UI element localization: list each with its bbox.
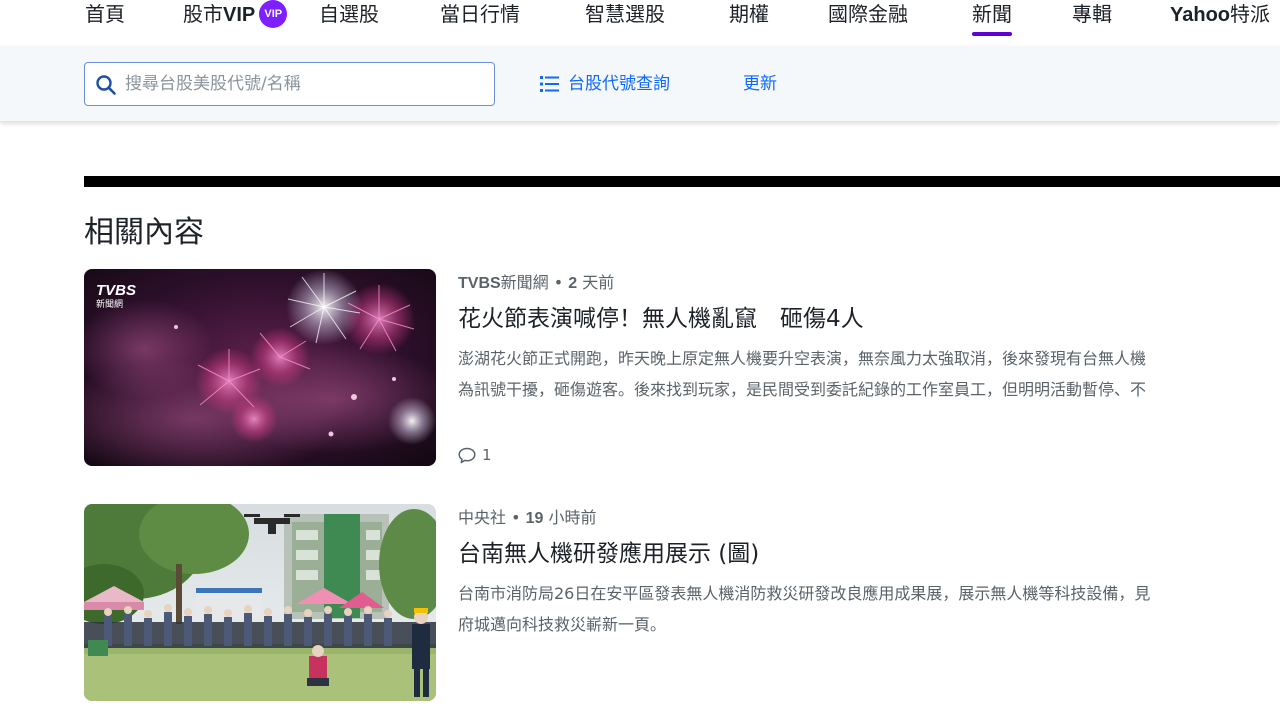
nav-item-yahoo-correspondent[interactable]: Yahoo特派 <box>1170 0 1270 46</box>
article-headline[interactable]: 花火節表演喊停！無人機亂竄 砸傷4人 <box>458 304 1278 334</box>
article-summary-line: 台南市消防局26日在安平區發表無人機消防救災研發改良應用成果展，展示無人機等科技… <box>458 584 1151 603</box>
tvbs-logo-text: TVBS <box>96 282 136 299</box>
drone-demo-image <box>84 504 436 701</box>
comment-count: 1 <box>482 446 492 464</box>
search-icon <box>96 75 116 95</box>
article-headline[interactable]: 台南無人機研發應用展示 (圖) <box>458 539 1278 569</box>
nav-item-albums[interactable]: 專輯 <box>1072 0 1112 46</box>
nav-item-stock-vip[interactable]: 股市VIP VIP <box>183 0 288 46</box>
article-thumbnail-fireworks[interactable]: TVBS 新聞網 <box>84 269 436 466</box>
article-summary-line: 為訊號干擾，砸傷遊客。後來找到玩家，是民間受到委託紀錄的工作室員工，但明明活動暫… <box>458 380 1147 399</box>
nav-item-options[interactable]: 期權 <box>729 0 769 46</box>
section-divider <box>84 176 1280 187</box>
search-toolbar: 台股代號查詢 更新 <box>0 46 1280 122</box>
article-thumbnail-drone-demo[interactable] <box>84 504 436 701</box>
comment-icon <box>458 447 476 464</box>
nav-item-home[interactable]: 首頁 <box>85 0 125 46</box>
article-source: 中央社 <box>458 508 507 527</box>
article-time-unit: 小時前 <box>548 508 597 527</box>
search-box[interactable] <box>84 62 495 106</box>
nav-item-watchlist[interactable]: 自選股 <box>319 0 379 46</box>
article-source: TVBS <box>458 275 501 292</box>
search-input[interactable] <box>125 69 485 99</box>
active-tab-indicator <box>972 32 1012 36</box>
article-source-suffix: 新聞網 <box>500 273 549 292</box>
article-time-unit: 天前 <box>582 273 615 292</box>
top-navigation: 首頁 股市VIP VIP 自選股 當日行情 智慧選股 期權 國際金融 新聞 專輯 … <box>0 0 1280 46</box>
article-meta: TVBS新聞網 • 2 天前 <box>458 273 615 292</box>
article-summary: 澎湖花火節正式開跑，昨天晚上原定無人機要升空表演，無奈風力太強取消，後來發現有台… <box>458 343 1280 407</box>
article-summary-line: 澎湖花火節正式開跑，昨天晚上原定無人機要升空表演，無奈風力太強取消，後來發現有台… <box>458 349 1147 368</box>
comment-count-button[interactable]: 1 <box>458 445 492 465</box>
nav-item-smart-screener[interactable]: 智慧選股 <box>585 0 665 46</box>
nav-item-daily-quotes[interactable]: 當日行情 <box>440 0 520 46</box>
article-meta: 中央社 • 19 小時前 <box>458 508 597 527</box>
stock-code-lookup-link[interactable]: 台股代號查詢 <box>540 72 670 96</box>
article-time-number: 2 <box>568 275 578 292</box>
section-title: 相關內容 <box>84 215 204 250</box>
stock-code-lookup-label: 台股代號查詢 <box>568 74 670 94</box>
update-link[interactable]: 更新 <box>743 72 777 96</box>
list-icon <box>540 76 559 92</box>
article-card[interactable]: 中央社 • 19 小時前 台南無人機研發應用展示 (圖) 台南市消防局26日在安… <box>84 504 1280 704</box>
vip-badge: VIP <box>259 0 288 28</box>
article-summary: 台南市消防局26日在安平區發表無人機消防救災研發改良應用成果展，展示無人機等科技… <box>458 578 1280 642</box>
nav-item-international-finance[interactable]: 國際金融 <box>828 0 908 46</box>
article-time-number: 19 <box>525 510 544 527</box>
article-card[interactable]: TVBS 新聞網 TVBS新聞網 • 2 天前 花火節表演喊停！無人機亂竄 砸傷… <box>84 269 1280 469</box>
article-summary-line: 府城邁向科技救災嶄新一頁。 <box>458 615 667 634</box>
tvbs-logo-subtext: 新聞網 <box>96 298 123 310</box>
fireworks-image: TVBS 新聞網 <box>84 269 436 466</box>
nav-item-news[interactable]: 新聞 <box>972 0 1012 46</box>
